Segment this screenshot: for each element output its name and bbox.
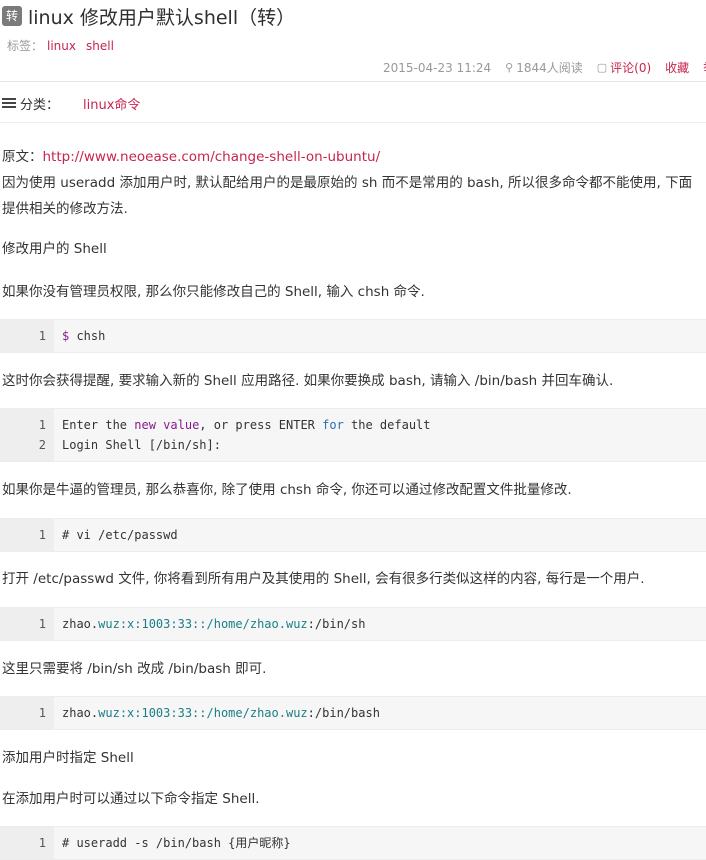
divider <box>0 122 706 123</box>
line-number: 1 <box>38 706 46 720</box>
source-prefix: 原文： <box>2 149 43 165</box>
tag-linux[interactable]: linux <box>47 39 76 53</box>
category-link[interactable]: linux命令 <box>83 94 140 113</box>
article-title[interactable]: linux 修改用户默认shell（转） <box>28 3 295 30</box>
divider <box>0 81 706 82</box>
paragraph: 如果你没有管理员权限, 那么你只能修改自己的 Shell, 输入 chsh 命令… <box>2 284 425 300</box>
paragraph: 提供相关的修改方法. <box>2 201 128 217</box>
line-number: 1 <box>38 617 46 631</box>
comment-icon: ▢ <box>596 61 608 74</box>
tag-shell[interactable]: shell <box>86 39 114 53</box>
category-row: 分类： linux命令 <box>2 94 140 113</box>
paragraph: 打开 /etc/passwd 文件, 你将看到所有用户及其使用的 Shell, … <box>2 571 645 587</box>
list-icon <box>2 98 16 109</box>
line-number: 2 <box>38 438 46 452</box>
favorite-link[interactable]: 收藏 <box>665 59 689 76</box>
code-line: Login Shell [/bin/sh]: <box>62 438 221 452</box>
code-block: 1 zhao.wuz:x:1003:33::/home/zhao.wuz:/bi… <box>0 696 706 730</box>
code-block: 1 $ chsh <box>0 319 706 353</box>
paragraph: 这里只需要将 /bin/sh 改成 /bin/bash 即可. <box>2 661 267 677</box>
source-line: 原文：http://www.neoease.com/change-shell-o… <box>2 144 380 170</box>
read-count: 1844人阅读 <box>516 61 583 75</box>
line-number: 1 <box>38 528 46 542</box>
category-label: 分类： <box>20 98 60 113</box>
line-number: 1 <box>38 329 46 343</box>
article-meta: 2015-04-23 11:24 ⚲1844人阅读 ▢评论(0) 收藏 举报 <box>383 59 706 76</box>
line-number: 1 <box>38 418 46 432</box>
code-block: 1 zhao.wuz:x:1003:33::/home/zhao.wuz:/bi… <box>0 607 706 641</box>
tags-label: 标签： <box>7 39 44 53</box>
code-block: 1 Enter the new value, or press ENTER fo… <box>0 408 706 462</box>
paragraph: 在添加用户时可以通过以下命令指定 Shell. <box>2 791 260 807</box>
source-link[interactable]: http://www.neoease.com/change-shell-on-u… <box>43 149 381 165</box>
repost-badge: 转 <box>2 6 22 26</box>
section-heading: 添加用户时指定 Shell <box>2 750 134 766</box>
tags-row: 标签： linux shell <box>7 37 120 54</box>
code-block: 1 # vi /etc/passwd <box>0 518 706 552</box>
comment-link[interactable]: 评论(0) <box>610 59 651 76</box>
code-line: Enter the new value, or press ENTER for … <box>62 418 431 432</box>
publish-date: 2015-04-23 11:24 <box>383 60 492 75</box>
code-line: zhao.wuz:x:1003:33::/home/zhao.wuz:/bin/… <box>62 617 366 631</box>
code-block: 1 # useradd -s /bin/bash {用户昵称} <box>0 826 706 860</box>
paragraph: 如果你是牛逼的管理员, 那么恭喜你, 除了使用 chsh 命令, 你还可以通过修… <box>2 482 572 498</box>
line-number: 1 <box>38 836 46 850</box>
section-heading: 修改用户的 Shell <box>2 241 107 257</box>
code-line: zhao.wuz:x:1003:33::/home/zhao.wuz:/bin/… <box>62 706 380 720</box>
search-icon: ⚲ <box>505 61 514 74</box>
code-line: # vi /etc/passwd <box>62 528 178 542</box>
code-line: $ chsh <box>62 329 106 343</box>
title-row: 转 linux 修改用户默认shell（转） <box>2 3 295 29</box>
paragraph: 这时你会获得提醒, 要求输入新的 Shell 应用路径. 如果你要换成 bash… <box>2 373 614 389</box>
paragraph: 因为使用 useradd 添加用户时, 默认配给用户的是最原始的 sh 而不是常… <box>2 175 693 191</box>
code-line: # useradd -s /bin/bash {用户昵称} <box>62 836 291 850</box>
